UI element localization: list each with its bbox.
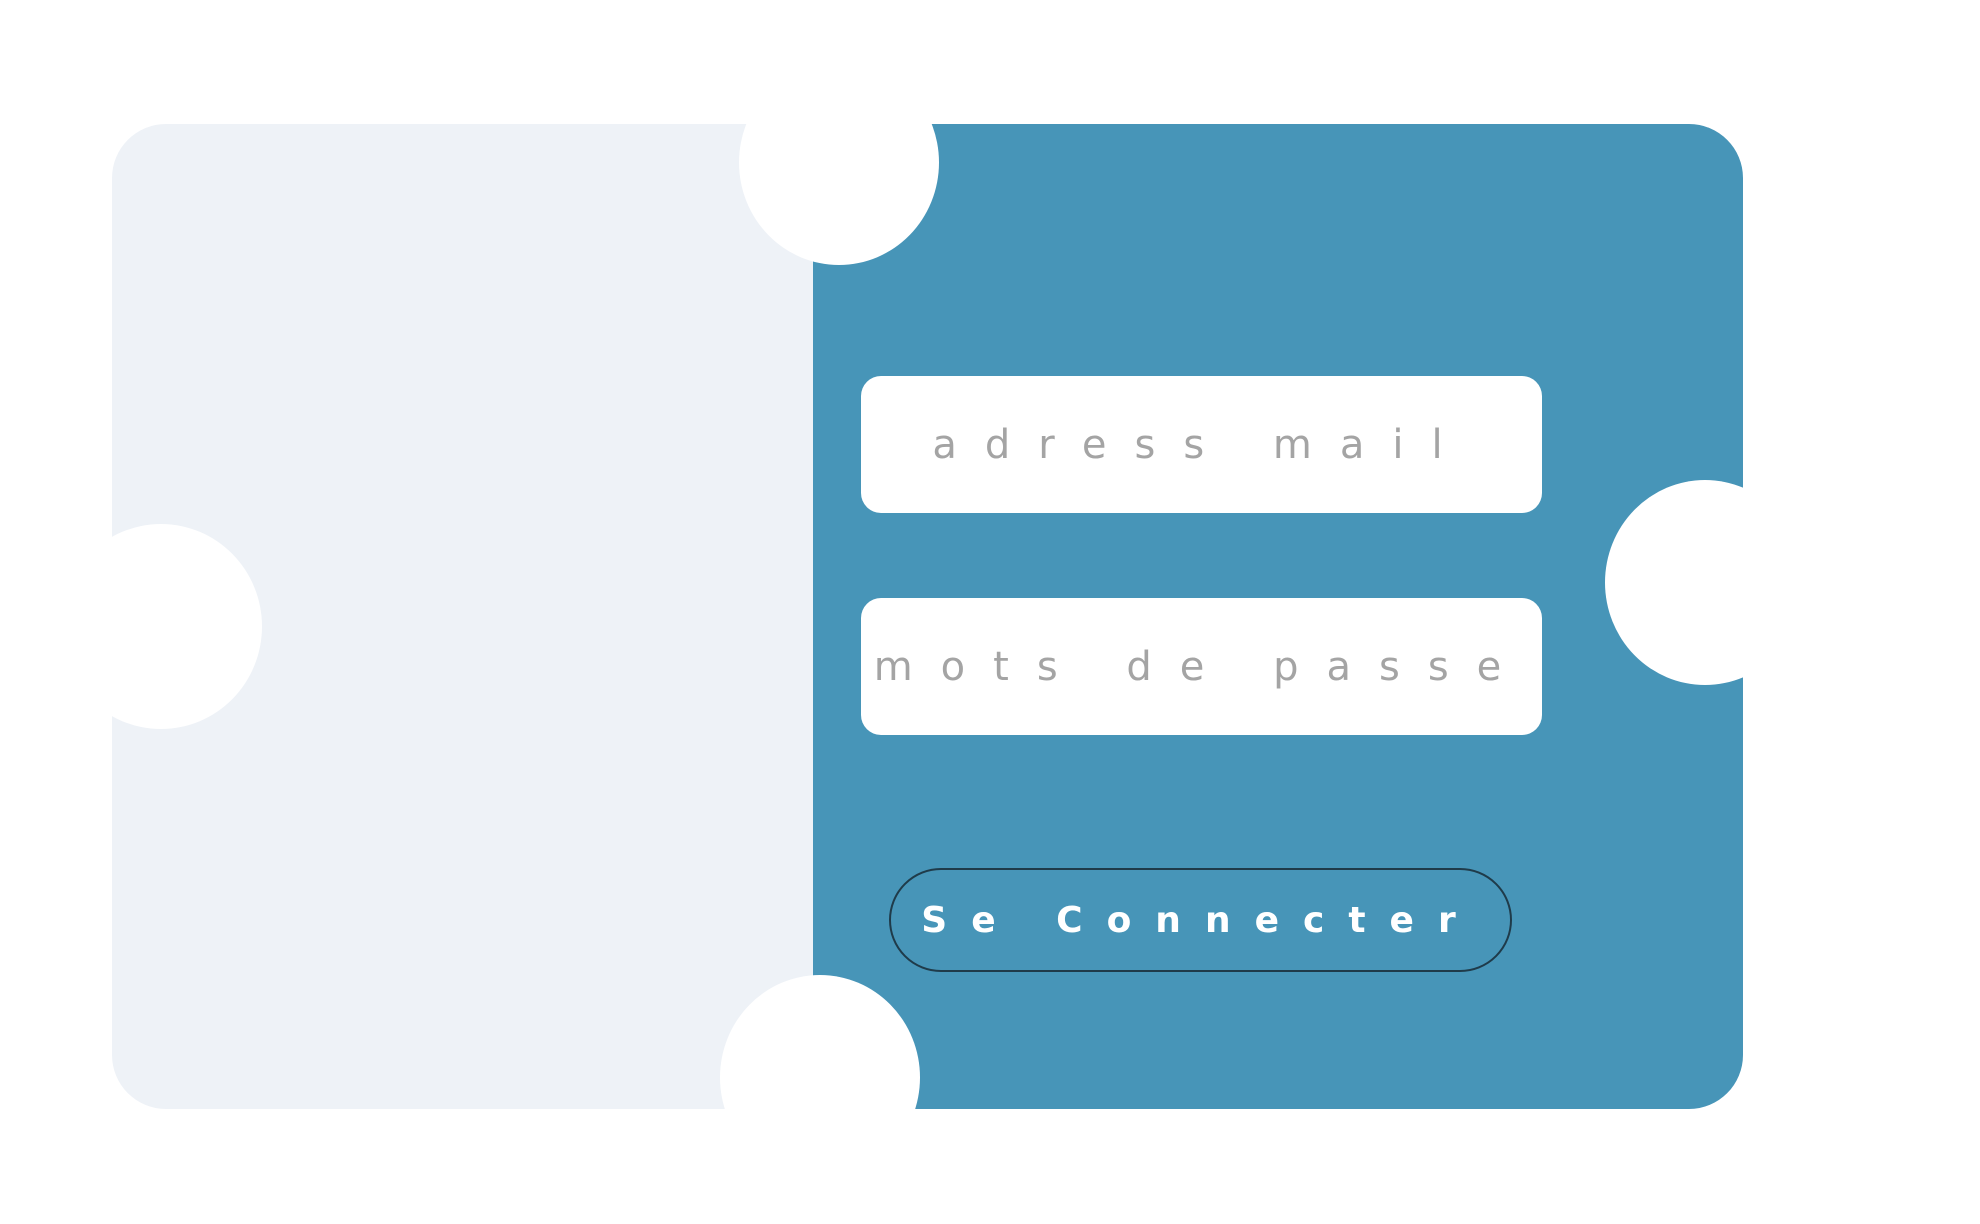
login-page: adress mail mots de passe Se Connecter: [0, 0, 1980, 1224]
password-field[interactable]: mots de passe: [861, 598, 1542, 735]
puzzle-notch-right: [1605, 480, 1805, 685]
puzzle-notch-left: [60, 524, 262, 729]
login-button[interactable]: Se Connecter: [889, 868, 1512, 972]
puzzle-notch-top: [739, 60, 939, 265]
puzzle-notch-bottom: [720, 975, 920, 1180]
password-placeholder: mots de passe: [873, 643, 1530, 690]
email-field[interactable]: adress mail: [861, 376, 1542, 513]
login-button-label: Se Connecter: [921, 899, 1480, 941]
email-placeholder: adress mail: [932, 421, 1471, 468]
